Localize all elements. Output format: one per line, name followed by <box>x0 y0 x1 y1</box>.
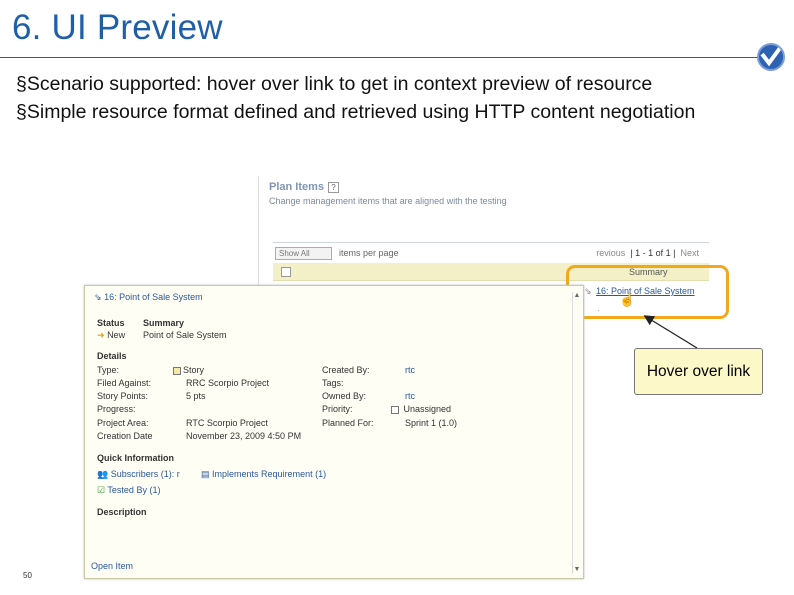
popup-title[interactable]: ⇘ 16: Point of Sale System <box>94 292 203 303</box>
field-label: Story Points: <box>97 391 149 401</box>
details-label: Details <box>97 351 127 361</box>
field-label: Created By: <box>322 365 370 375</box>
pager-next[interactable]: Next <box>680 248 699 258</box>
summary-value: Point of Sale System <box>143 330 227 340</box>
help-icon[interactable]: ? <box>328 181 340 193</box>
slide-title: 6. UI Preview <box>12 8 223 47</box>
pager: revious | 1 - 1 of 1 | Next <box>596 248 699 258</box>
open-item-link[interactable]: Open Item <box>91 561 133 571</box>
test-icon: ☑ <box>97 485 106 495</box>
tested-by-link[interactable]: ☑ Tested By (1) <box>97 485 160 496</box>
field-label: Owned By: <box>322 391 367 401</box>
status-label: Status <box>97 318 125 328</box>
select-all-checkbox[interactable] <box>281 267 291 277</box>
panel-subtitle: Change management items that are aligned… <box>269 196 507 206</box>
field-label: Creation Date <box>97 431 153 441</box>
field-label: Filed Against: <box>97 378 152 388</box>
status-value: ➜ New <box>97 330 126 340</box>
field-value: 5 pts <box>186 391 206 401</box>
implements-link[interactable]: ▤ Implements Requirement (1) <box>201 469 326 480</box>
field-label: Project Area: <box>97 418 149 428</box>
panel-heading: Plan Items? <box>269 181 340 193</box>
field-label: Tags: <box>322 378 344 388</box>
highlight-box <box>566 265 729 319</box>
field-value: Sprint 1 (1.0) <box>405 418 458 428</box>
field-value-link[interactable]: rtc <box>405 365 415 375</box>
panel-toolbar: Show All items per page revious | 1 - 1 … <box>273 242 709 262</box>
field-value: Story <box>173 365 204 375</box>
summary-label: Summary <box>143 318 185 328</box>
hover-preview-popup: ⇘ 16: Point of Sale System Status Summar… <box>84 285 584 579</box>
description-label: Description <box>97 507 147 517</box>
popup-scrollbar[interactable]: ▲ ▼ <box>572 292 581 574</box>
story-icon: ⇘ <box>94 292 102 302</box>
pager-prev[interactable]: revious <box>596 248 625 258</box>
bullet-item: §Scenario supported: hover over link to … <box>16 70 756 99</box>
callout-hover-over-link: Hover over link <box>634 348 763 395</box>
bullet-text: Scenario supported: hover over link to g… <box>26 73 653 95</box>
items-per-page-label: items per page <box>339 248 399 258</box>
field-value: RRC Scorpio Project <box>186 378 270 388</box>
scroll-down-icon: ▼ <box>573 566 581 573</box>
story-type-icon <box>173 366 181 375</box>
field-label: Priority: <box>322 404 353 414</box>
field-value-link[interactable]: rtc <box>405 391 415 401</box>
show-all-select[interactable]: Show All <box>275 247 332 260</box>
field-label: Progress: <box>97 404 136 414</box>
arrow-right-icon: ➜ <box>97 330 105 340</box>
field-value: Unassigned <box>391 404 451 414</box>
bullet-list: §Scenario supported: hover over link to … <box>16 70 756 125</box>
field-value: November 23, 2009 4:50 PM <box>186 431 302 441</box>
quick-info-label: Quick Information <box>97 453 175 463</box>
field-value: RTC Scorpio Project <box>186 418 268 428</box>
priority-icon <box>391 405 399 414</box>
bullet-text: Simple resource format defined and retri… <box>26 101 696 123</box>
scroll-up-icon: ▲ <box>573 292 581 299</box>
logo-icon <box>757 43 785 71</box>
bullet-mark: § <box>16 101 27 123</box>
requirement-icon: ▤ <box>201 469 210 479</box>
bullet-item: §Simple resource format defined and retr… <box>16 99 756 125</box>
pager-range: | 1 - 1 of 1 | <box>630 248 676 258</box>
title-rule <box>0 57 760 58</box>
field-label: Planned For: <box>322 418 374 428</box>
page-number: 50 <box>23 571 32 580</box>
subscribers-link[interactable]: 👥 Subscribers (1): r <box>97 469 180 480</box>
field-label: Type: <box>97 365 120 375</box>
subscribers-icon: 👥 <box>97 469 109 479</box>
bullet-mark: § <box>16 73 27 95</box>
